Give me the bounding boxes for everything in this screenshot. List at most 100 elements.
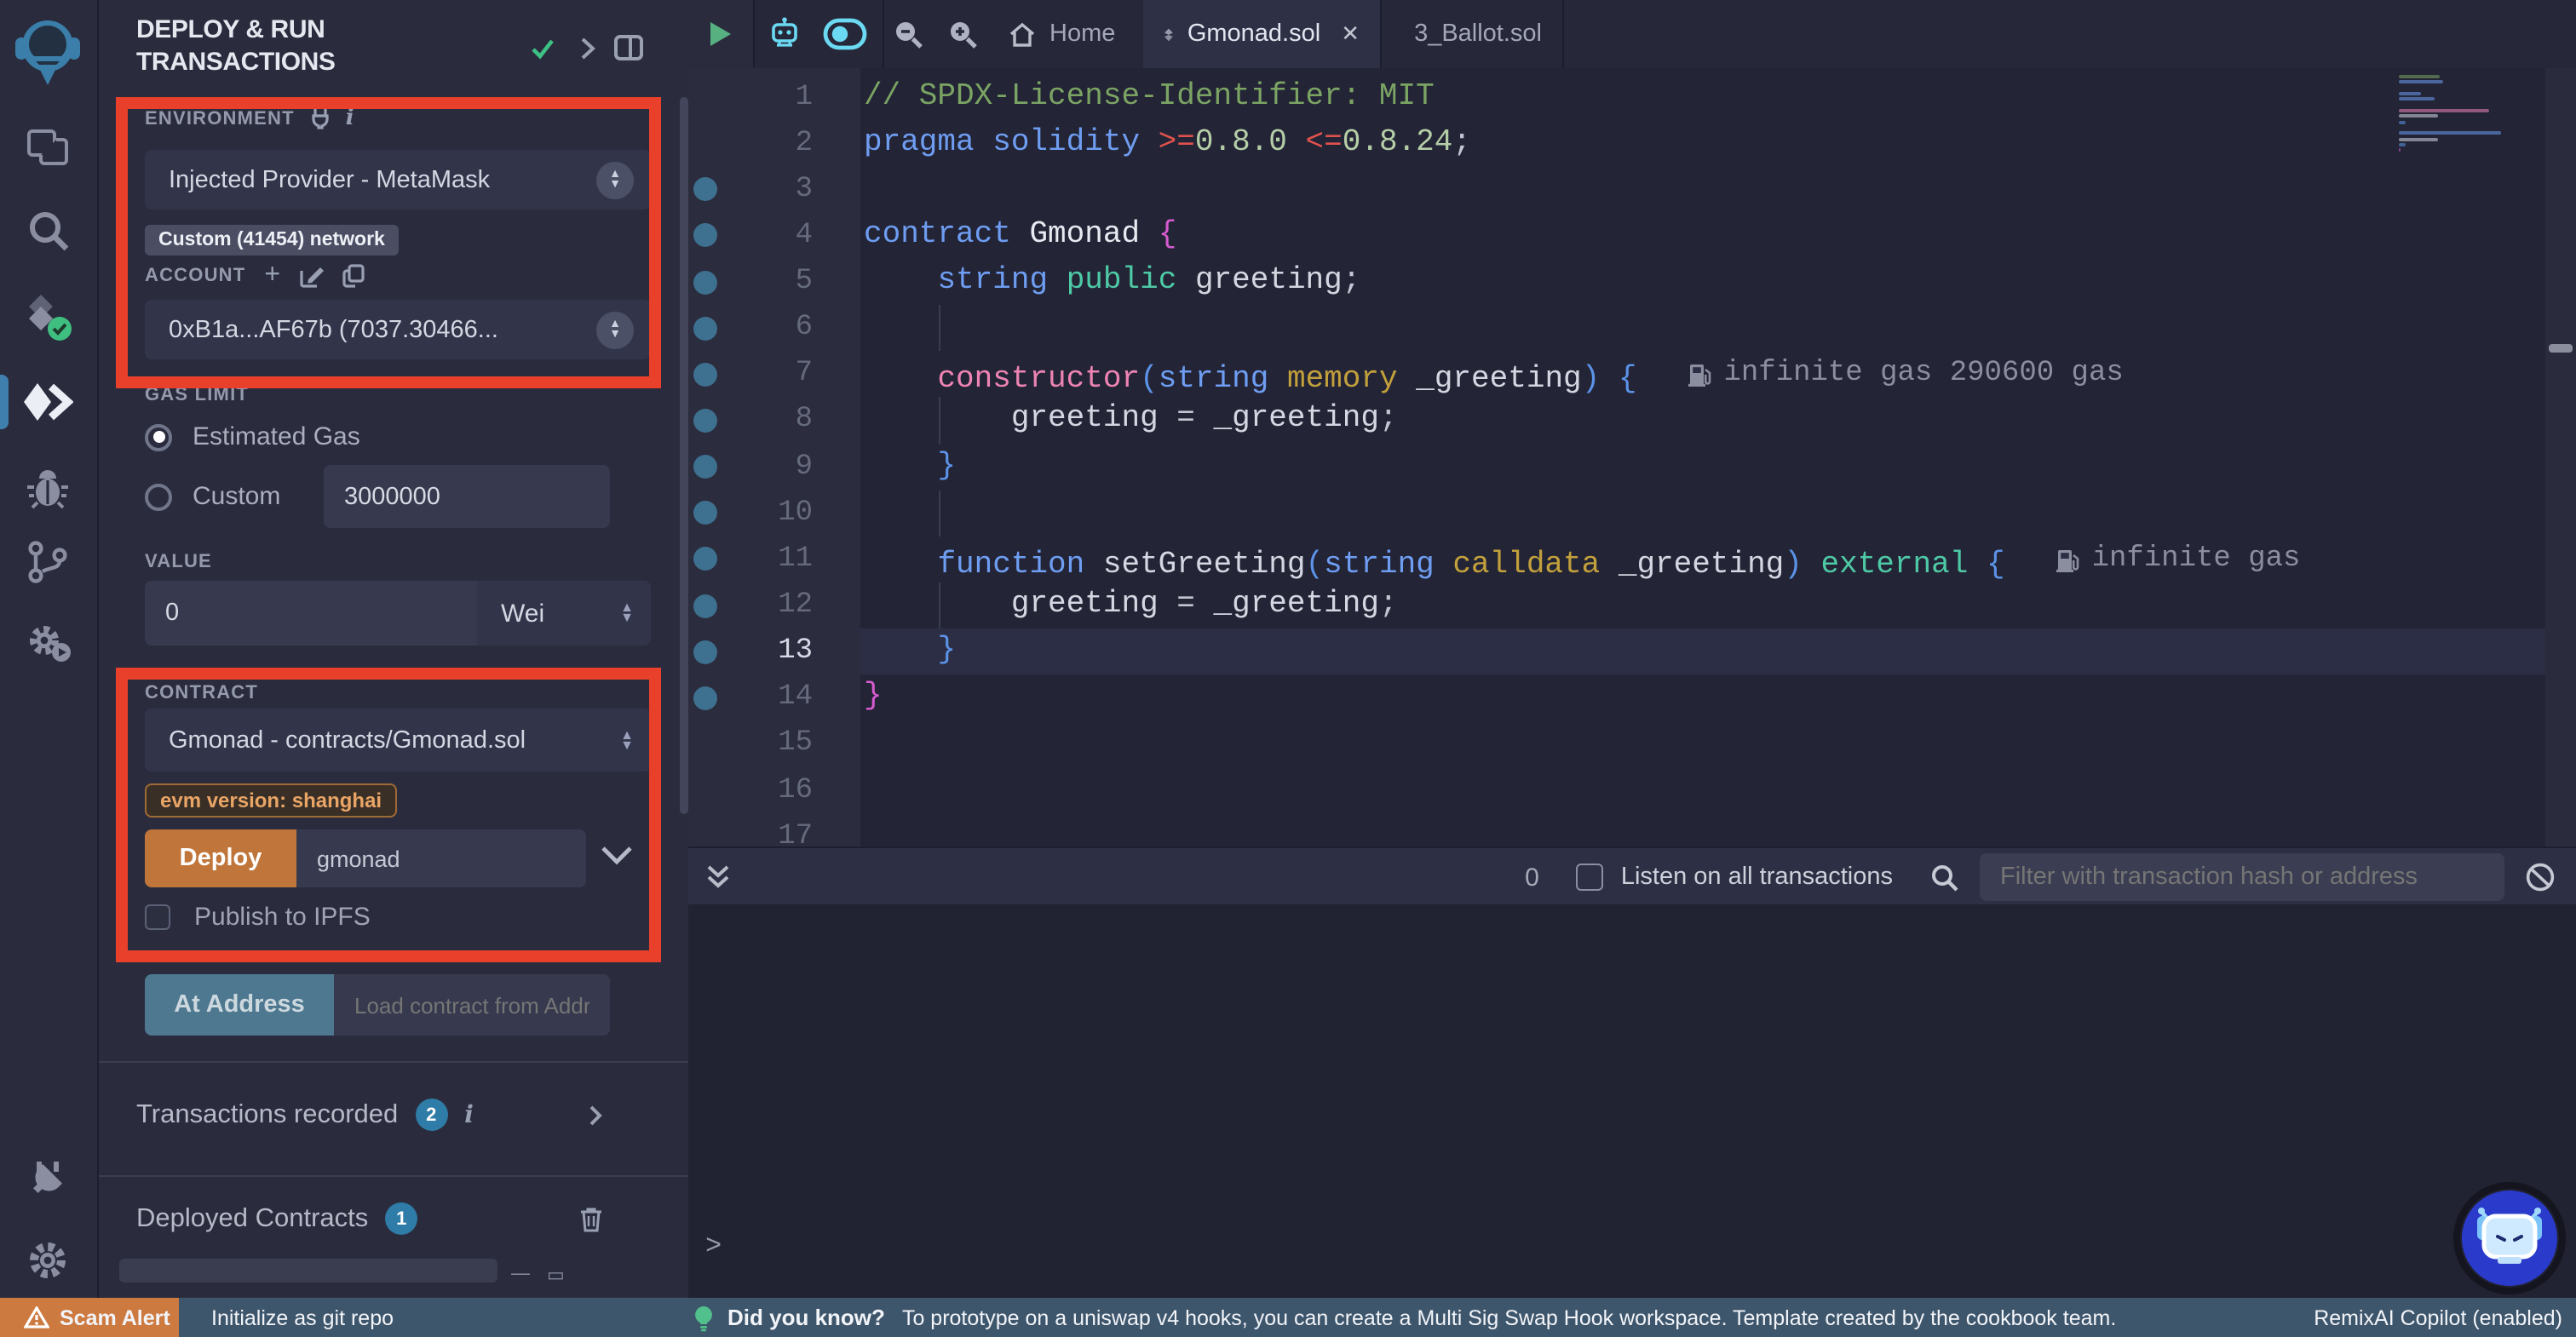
code-line-8: 8 greeting = _greeting;	[688, 398, 2545, 444]
edit-account-icon[interactable]	[299, 264, 323, 288]
split-view-icon[interactable]	[613, 34, 644, 61]
rail-git-icon[interactable]	[0, 528, 95, 596]
code-text: pragma solidity >=0.8.0 <=0.8.24;	[864, 120, 1471, 166]
rail-plugin-runner-icon[interactable]	[0, 608, 95, 676]
gutter-dot-icon[interactable]	[693, 686, 717, 710]
copilot-toggle-icon[interactable]	[823, 17, 867, 51]
deploy-run-panel: DEPLOY & RUN TRANSACTIONS ENVIRONMENT i …	[97, 0, 688, 1337]
copy-icon[interactable]: ▭	[547, 1264, 565, 1286]
rail-debugger-icon[interactable]	[0, 455, 95, 523]
clear-deployed-trash-icon[interactable]	[579, 1205, 603, 1232]
remix-ai-robot-icon[interactable]	[768, 17, 801, 51]
contract-select[interactable]: Gmonad - contracts/Gmonad.sol ▲▼	[145, 709, 651, 772]
at-address-button[interactable]: At Address	[145, 974, 334, 1036]
value-input[interactable]	[145, 581, 477, 646]
copy-account-icon[interactable]	[342, 264, 364, 288]
tab-home-label: Home	[1049, 20, 1115, 48]
rail-plugin-manager-icon[interactable]	[0, 1143, 95, 1211]
zoom-out-icon[interactable]	[893, 19, 923, 49]
remix-ide-window: DEPLOY & RUN TRANSACTIONS ENVIRONMENT i …	[0, 0, 2576, 1337]
collapse-terminal-icon[interactable]	[705, 864, 731, 891]
remix-ai-assistant-bubble[interactable]	[2453, 1182, 2566, 1294]
environment-info-icon[interactable]: i	[346, 106, 354, 131]
tab-gmonad[interactable]: Gmonad.sol ✕	[1143, 0, 1380, 68]
editor-scrollbar-thumb[interactable]	[2549, 344, 2573, 353]
rail-settings-icon[interactable]	[0, 1226, 95, 1294]
scam-alert-button[interactable]: Scam Alert	[0, 1298, 179, 1337]
transactions-recorded-row[interactable]: Transactions recorded 2 i	[136, 1099, 647, 1131]
deploy-expand-chevron-icon[interactable]	[600, 845, 634, 865]
gutter-dot-icon[interactable]	[693, 409, 717, 433]
gutter-dot-icon[interactable]	[693, 548, 717, 571]
rail-search-icon[interactable]	[0, 196, 95, 264]
gutter-dot-icon[interactable]	[693, 316, 717, 340]
terminal-output[interactable]: >	[688, 904, 2576, 1298]
account-value: 0xB1a...AF67b (7037.30466...	[169, 316, 596, 343]
add-account-icon[interactable]: +	[264, 266, 280, 286]
code-line-17: 17	[688, 813, 2545, 846]
account-select[interactable]: 0xB1a...AF67b (7037.30466... ▲▼	[145, 300, 651, 359]
gutter-dot-icon[interactable]	[693, 270, 717, 294]
custom-gas-radio[interactable]	[145, 483, 172, 510]
gutter-dot-icon[interactable]	[693, 455, 717, 479]
listen-transactions-checkbox[interactable]	[1577, 864, 1604, 891]
clear-terminal-ban-icon[interactable]	[2525, 862, 2556, 892]
transactions-expand-chevron-icon[interactable]	[588, 1103, 603, 1127]
git-init-button[interactable]: Initialize as git repo	[211, 1305, 394, 1329]
publish-ipfs-checkbox[interactable]	[145, 904, 170, 930]
pin-panel-chevron-icon[interactable]	[579, 36, 596, 61]
close-tab-icon[interactable]: ✕	[1341, 20, 1360, 48]
deployed-contracts-row: Deployed Contracts 1	[136, 1202, 647, 1235]
code-text: string public greeting;	[864, 259, 1360, 305]
deploy-button[interactable]: Deploy	[145, 829, 296, 887]
code-editor[interactable]: 1// SPDX-License-Identifier: MIT2pragma …	[688, 68, 2576, 846]
editor-scrollbar[interactable]	[2545, 68, 2576, 846]
transactions-info-icon[interactable]: i	[464, 1101, 474, 1128]
gutter-dot-icon[interactable]	[693, 594, 717, 617]
code-text: }	[864, 628, 956, 674]
custom-gas-input[interactable]	[324, 465, 610, 528]
zoom-in-icon[interactable]	[947, 19, 978, 49]
contract-select-arrows-icon: ▲▼	[620, 730, 634, 750]
environment-select[interactable]: Injected Provider - MetaMask ▲▼	[145, 150, 651, 209]
rail-deploy-run-icon[interactable]	[0, 368, 95, 436]
code-line-1: 1// SPDX-License-Identifier: MIT	[688, 74, 2545, 120]
instance-controls[interactable]: —▭	[511, 1264, 565, 1286]
gutter-dot-icon[interactable]	[693, 502, 717, 525]
unit-select-arrows-icon: ▲▼	[620, 603, 634, 623]
solidity-file-icon	[1164, 21, 1174, 47]
gutter-dot-icon[interactable]	[693, 224, 717, 248]
rail-file-explorer-icon[interactable]	[0, 114, 95, 182]
line-number: 9	[719, 444, 813, 490]
collapse-icon[interactable]: —	[511, 1264, 530, 1286]
panel-title: DEPLOY & RUN TRANSACTIONS	[136, 14, 503, 78]
plug-icon[interactable]	[310, 107, 331, 129]
deploy-param-input[interactable]	[296, 829, 586, 887]
tab-home[interactable]: Home	[988, 0, 1136, 68]
gutter-dot-icon[interactable]	[693, 178, 717, 202]
panel-scrollbar[interactable]	[680, 97, 688, 814]
evm-version-badge: evm version: shanghai	[145, 783, 397, 818]
run-script-button[interactable]	[688, 0, 753, 68]
deployed-contracts-label: Deployed Contracts	[136, 1203, 368, 1234]
icon-rail	[0, 0, 99, 1337]
line-number: 7	[719, 352, 813, 398]
value-unit: Wei	[501, 599, 620, 628]
copilot-status[interactable]: RemixAI Copilot (enabled)	[2314, 1305, 2562, 1329]
terminal-search-icon[interactable]	[1930, 863, 1959, 892]
deployed-instance-partial[interactable]	[119, 1259, 497, 1282]
value-unit-select[interactable]: Wei ▲▼	[477, 581, 651, 646]
transaction-filter-input[interactable]	[1980, 853, 2504, 901]
rail-solidity-compiler-icon[interactable]	[0, 283, 95, 351]
code-line-16: 16	[688, 767, 2545, 813]
rail-remix-logo[interactable]	[0, 17, 95, 85]
did-you-know-label: Did you know?	[727, 1305, 885, 1330]
line-number: 12	[719, 582, 813, 628]
gutter-dot-icon[interactable]	[693, 640, 717, 663]
estimated-gas-radio[interactable]	[145, 423, 172, 450]
gutter-dot-icon[interactable]	[693, 363, 717, 387]
environment-select-arrows-icon: ▲▼	[596, 161, 634, 198]
tab-ballot[interactable]: 3_Ballot.sol	[1380, 0, 1562, 68]
divider	[97, 1175, 688, 1177]
at-address-input[interactable]	[334, 974, 610, 1036]
